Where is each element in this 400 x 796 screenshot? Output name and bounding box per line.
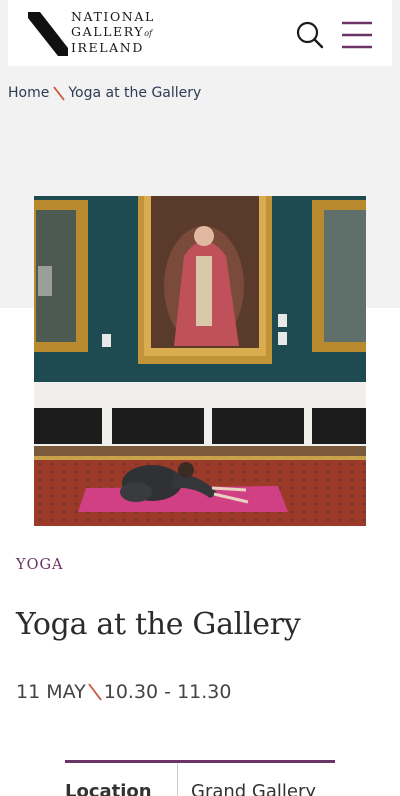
date-separator-icon (88, 683, 102, 701)
search-icon[interactable] (295, 20, 325, 50)
event-details-table: Location Grand Gallery (65, 760, 335, 796)
site-header: NATIONAL GALLERYof IRELAND (8, 0, 392, 66)
location-label: Location (65, 763, 178, 796)
logo-wordmark: NATIONAL GALLERYof IRELAND (71, 9, 155, 55)
site-logo[interactable]: NATIONAL GALLERYof IRELAND (28, 9, 178, 58)
logo-mark-icon (28, 12, 68, 56)
event-category[interactable]: YOGA (16, 557, 64, 573)
hamburger-menu-icon[interactable] (340, 18, 374, 52)
page-title: Yoga at the Gallery (16, 607, 301, 642)
breadcrumb-separator-icon (53, 86, 66, 101)
breadcrumb: Home Yoga at the Gallery (8, 84, 201, 102)
breadcrumb-home-link[interactable]: Home (8, 85, 49, 101)
location-value: Grand Gallery (191, 781, 317, 796)
breadcrumb-current: Yoga at the Gallery (68, 85, 202, 101)
event-time: 10.30 - 11.30 (103, 681, 232, 703)
event-hero-image (34, 196, 366, 526)
event-date-time: 11 MAY 10.30 - 11.30 (16, 681, 231, 703)
event-date: 11 MAY (16, 681, 86, 703)
